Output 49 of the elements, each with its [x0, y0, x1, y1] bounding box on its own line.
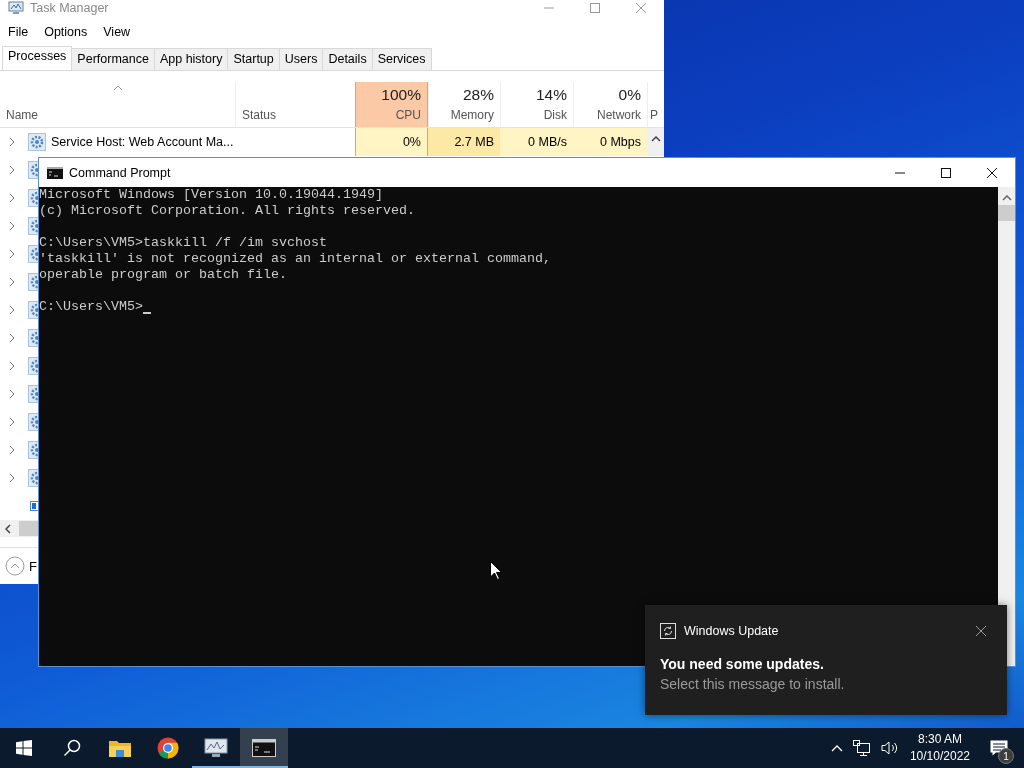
console-line: Microsoft Windows [Version 10.0.19044.1949]	[39, 187, 383, 203]
column-header[interactable]: Name	[0, 82, 235, 127]
console-line: C:\Users\VM5>taskkill /f /im svchost	[39, 235, 327, 251]
console-line: (c) Microsoft Corporation. All rights reserved.	[39, 203, 415, 219]
console-line: 'taskkill' is not recognized as an internal or external command,	[39, 251, 551, 267]
usage-percent: 0%	[618, 86, 641, 104]
tab[interactable]: App history	[153, 48, 229, 70]
table-cell: 0 MB/s	[500, 128, 573, 156]
usage-percent: 14%	[535, 86, 567, 104]
tab[interactable]: Services	[371, 48, 432, 70]
fewer-details-link[interactable]: F	[29, 558, 37, 574]
notification-toast[interactable]: Windows Update You need some updates. Select this message to install.	[645, 605, 1007, 715]
tab[interactable]: Performance	[71, 48, 155, 70]
window-title: Task Manager	[30, 1, 109, 15]
notification-app-name: Windows Update	[684, 624, 779, 638]
column-label: Network	[597, 108, 641, 122]
clock[interactable]: 8:30 AM 10/10/2022	[909, 731, 970, 765]
column-label: Status	[242, 108, 278, 122]
column-label: Disk	[543, 108, 567, 122]
notification-message: Select this message to install.	[660, 676, 846, 692]
window-title: Command Prompt	[69, 165, 171, 180]
column-header[interactable]: P	[647, 82, 664, 127]
notification-count-badge: 1	[998, 748, 1014, 764]
tab[interactable]: Startup	[227, 48, 280, 70]
tab[interactable]: Processes	[2, 46, 73, 70]
column-label: CPU	[395, 108, 421, 122]
clock-time: 8:30 AM	[917, 731, 962, 748]
console-line: C:\Users\VM5>	[39, 299, 143, 315]
column-header[interactable]: 28% Memory	[428, 82, 500, 127]
column-header[interactable]: 14% Disk	[500, 82, 573, 127]
column-label: P	[650, 108, 658, 122]
column-label: Name	[6, 108, 39, 122]
console-line: operable program or batch file.	[39, 267, 287, 283]
column-header[interactable]: 100% CPU	[355, 82, 428, 127]
menu-item[interactable]: Options	[44, 25, 88, 39]
menu-item[interactable]: File	[8, 25, 29, 39]
usage-percent: 28%	[462, 86, 494, 104]
table-cell: 0 Mbps	[573, 128, 647, 156]
process-name: Service Host: Web Account Ma...	[51, 135, 234, 149]
table-cell: 0%	[355, 128, 428, 156]
column-header[interactable]: 0% Network	[573, 82, 647, 127]
usage-percent: 100%	[381, 86, 421, 104]
notification-title: You need some updates.	[660, 656, 825, 672]
menu-item[interactable]: View	[103, 25, 131, 39]
table-cell: 2.7 MB	[428, 128, 500, 156]
tab[interactable]: Users	[278, 48, 324, 70]
column-label: Memory	[450, 108, 494, 122]
clock-date: 10/10/2022	[909, 748, 970, 765]
tab[interactable]: Details	[322, 48, 373, 70]
